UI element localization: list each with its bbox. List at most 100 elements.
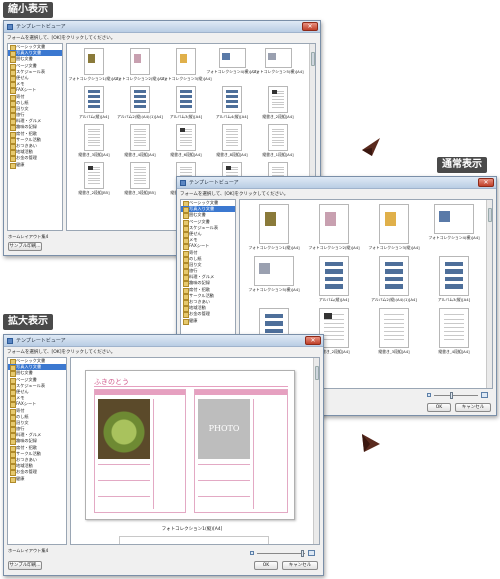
thumbnail-caption: アルバム4(縦)[A4] <box>215 114 249 119</box>
thumbnail-caption: 縦書き_3段組[B5] <box>124 190 156 195</box>
thumbnail-caption: フォトコレクション2(縦)[A4] <box>308 245 360 250</box>
thumbnail-caption: 縦書き_1段組[A4] <box>262 152 294 157</box>
thumbnail-caption: フォトコレクション5(横)[A4] <box>252 69 304 74</box>
template-thumbnail[interactable]: フォトコレクション3(縦)[A4] <box>160 48 212 82</box>
template-preview-area[interactable]: ふきのとう PHOTO フォトコレクション1(縦)[A4] <box>70 357 320 545</box>
category-item[interactable]: 健康 <box>181 318 235 325</box>
thumbnail-caption: 縦書き_4段組[A4] <box>124 152 156 157</box>
thumbnail-image <box>222 124 242 151</box>
template-thumbnail[interactable]: 縦書き_2段組[B5] <box>71 162 117 196</box>
title-bar[interactable]: テンプレートビューア ✕ <box>4 335 323 347</box>
thumbnail-image <box>439 308 469 348</box>
thumbnail-caption: フォトコレクション1(縦)[A4] <box>68 76 120 81</box>
app-icon <box>7 337 13 344</box>
title-bar[interactable]: テンプレートビューア ✕ <box>4 21 320 33</box>
thumbnail-image <box>434 204 474 234</box>
template-thumbnail[interactable]: アルバム4(縦)[A4] <box>209 86 255 120</box>
normal-view-label: 通常表示 <box>437 157 487 173</box>
zoom-in-icon <box>481 392 488 398</box>
template-thumbnail[interactable]: フォトコレクション1(縦)[A4] <box>68 48 120 82</box>
template-thumbnail[interactable]: アルバム3(縦)[A4] <box>424 256 484 303</box>
template-thumbnail[interactable]: 縦書き_2段組[A4] <box>255 86 301 120</box>
category-list[interactable]: ベーシック文書 写真入り文書 囲む文書 ページ文書 スケジュール表 便せん メモ FAXシート… <box>7 43 63 231</box>
close-button[interactable]: ✕ <box>305 336 321 345</box>
zoom-in-icon <box>308 550 315 556</box>
thumbnail-image <box>268 124 288 151</box>
template-thumbnail[interactable]: 縦書き_4段組[A4] <box>424 308 484 355</box>
template-thumbnail[interactable]: アルバム2(縦)(A4)(1)[A4] <box>364 256 424 303</box>
template-thumbnail[interactable]: 縦書き_4段組[A4] <box>117 124 163 158</box>
thumbnail-caption: アルバム3(縦)[A4] <box>437 297 471 302</box>
thumbnail-image <box>84 48 104 75</box>
thumbnail-caption: アルバム2(縦)(A4)(1)[A4] <box>371 297 417 302</box>
thumbnail-caption: アルバム2(縦)(A4)(1)[A4] <box>117 114 163 119</box>
collection-name: ホームレイアウト集4 <box>8 234 49 239</box>
thumbnail-image <box>319 256 349 296</box>
thumbnail-caption: フォトコレクション3(縦)[A4] <box>368 245 420 250</box>
template-thumbnail[interactable]: フォトコレクション1(縦)[A4] <box>244 204 304 251</box>
thumbnail-grid: フォトコレクション1(縦)[A4] フォトコレクション2(縦)[A4] フォトコレク… <box>244 204 484 355</box>
template-thumbnail[interactable]: フォトコレクション4(横)[A4] <box>424 204 484 251</box>
template-thumbnail[interactable]: アルバム3(縦)[A4] <box>163 86 209 120</box>
thumbnail-caption: 縦書き_6段組[A4] <box>170 152 202 157</box>
category-list[interactable]: ベーシック文書 写真入り文書 囲む文書 ページ文書 スケジュール表 便せん メモ FAXシート… <box>7 357 67 545</box>
thumbnail-caption: フォトコレクション1(縦)[A4] <box>248 245 300 250</box>
sample-print-button[interactable]: サンプル印刷... <box>8 561 42 570</box>
vertical-scrollbar[interactable] <box>486 200 492 388</box>
photo-placeholder: PHOTO <box>198 399 250 459</box>
thumbnail-caption: フォトコレクション2(縦)[A4] <box>114 76 166 81</box>
plant-photo <box>98 399 150 459</box>
category-item[interactable]: 健康 <box>8 162 62 169</box>
thumbnail-image <box>268 86 288 113</box>
window-title: テンプレートビューア <box>16 338 66 344</box>
thumbnail-caption: 縦書き_3段組[A4] <box>378 349 410 354</box>
instruction-text: フォームを選択して、[OK]をクリックしてください。 <box>7 36 116 41</box>
title-bar[interactable]: テンプレートビューア ✕ <box>177 177 496 189</box>
thumbnail-caption: フォトコレクション4(横)[A4] <box>206 69 258 74</box>
thumbnail-caption: 縦書き_8段組[A4] <box>216 152 248 157</box>
thumbnail-image <box>130 86 150 113</box>
cancel-button[interactable]: キャンセル <box>282 561 318 570</box>
category-item[interactable]: 健康 <box>8 476 66 483</box>
template-preview-page[interactable]: ふきのとう PHOTO <box>85 370 295 520</box>
large-view-window: テンプレートビューア ✕ フォームを選択して、[OK]をクリックしてください。 … <box>3 334 324 576</box>
template-thumbnail[interactable]: 縦書き_8段組[A4] <box>209 124 255 158</box>
template-thumbnail[interactable]: 縦書き_6段組[A4] <box>163 124 209 158</box>
thumbnail-image <box>254 256 294 286</box>
thumbnail-image <box>222 86 242 113</box>
template-thumbnail[interactable]: フォトコレクション5(横)[A4] <box>244 256 304 303</box>
template-thumbnail[interactable]: 縦書き_3段組[A4] <box>364 308 424 355</box>
sample-print-button[interactable]: サンプル印刷... <box>8 242 42 251</box>
ok-button[interactable]: OK <box>427 403 451 412</box>
photo-panel-right: PHOTO <box>194 389 288 513</box>
template-thumbnail[interactable]: フォトコレクション2(縦)[A4] <box>114 48 166 82</box>
thumbnail-caption: アルバム(縦)[A4] <box>319 297 349 302</box>
template-thumbnail[interactable]: フォトコレクション4(横)[A4] <box>206 48 258 82</box>
template-thumbnail[interactable]: 縦書き_1段組[A4] <box>255 124 301 158</box>
zoom-slider[interactable] <box>257 550 305 557</box>
photo-panel-left <box>94 389 186 513</box>
vertical-scrollbar[interactable] <box>313 358 319 544</box>
template-thumbnail[interactable]: 縦書き_3段組[B5] <box>117 162 163 196</box>
template-thumbnail[interactable]: 縦書き_3段組[A4] <box>71 124 117 158</box>
app-icon <box>180 179 186 186</box>
thumbnail-caption: フォトコレクション4(横)[A4] <box>428 235 480 240</box>
template-thumbnail[interactable]: フォトコレクション2(縦)[A4] <box>304 204 364 251</box>
thumbnail-caption: 縦書き_3段組[A4] <box>78 152 110 157</box>
close-button[interactable]: ✕ <box>302 22 318 31</box>
thumbnail-caption: アルバム(縦)[A4] <box>79 114 109 119</box>
template-thumbnail[interactable]: アルバム(縦)[A4] <box>71 86 117 120</box>
small-view-label: 縮小表示 <box>3 2 53 18</box>
zoom-slider[interactable] <box>434 392 478 399</box>
thumbnail-image <box>84 162 104 189</box>
zoom-out-icon <box>250 551 254 555</box>
close-button[interactable]: ✕ <box>478 178 494 187</box>
template-thumbnail[interactable]: アルバム(縦)[A4] <box>304 256 364 303</box>
template-thumbnail[interactable]: フォトコレクション3(縦)[A4] <box>364 204 424 251</box>
ok-button[interactable]: OK <box>254 561 278 570</box>
cancel-button[interactable]: キャンセル <box>455 403 491 412</box>
template-thumbnail[interactable]: フォトコレクション5(横)[A4] <box>252 48 304 82</box>
arrow-to-large-icon <box>362 434 380 452</box>
thumbnail-image <box>176 124 196 151</box>
template-thumbnail[interactable]: アルバム2(縦)(A4)(1)[A4] <box>117 86 163 120</box>
